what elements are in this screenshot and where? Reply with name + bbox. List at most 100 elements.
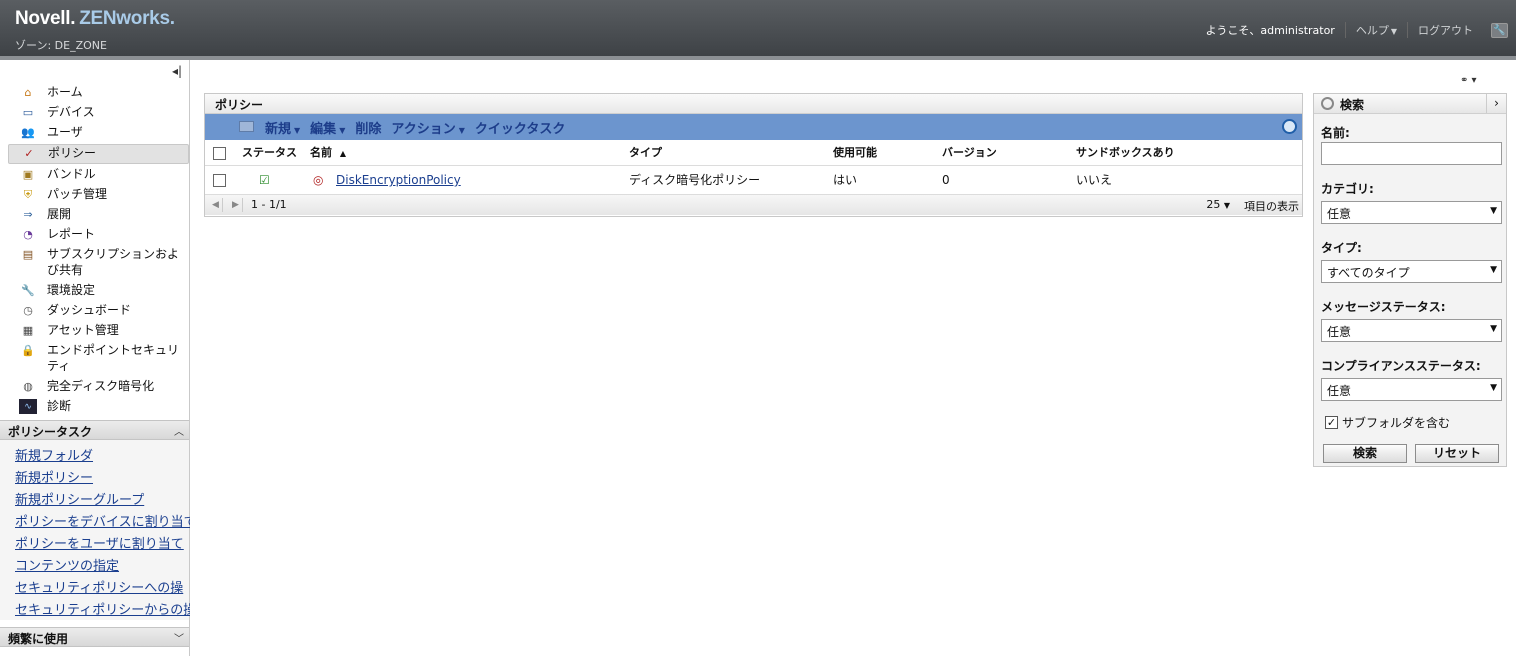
category-select[interactable]: 任意 ▼ — [1321, 201, 1502, 224]
search-panel-title: 検索 › — [1314, 94, 1506, 114]
name-input[interactable] — [1321, 142, 1502, 165]
search-button[interactable]: 検索 — [1323, 444, 1407, 463]
logout-link[interactable]: ログアウト — [1407, 22, 1483, 38]
nav-item-patch[interactable]: ⛨ パッチ管理 — [8, 186, 189, 202]
new-label: 新規 — [265, 121, 292, 137]
task-new-policy-group[interactable]: 新規ポリシーグループ — [15, 489, 190, 508]
nav-item-devices[interactable]: ▭ デバイス — [8, 104, 189, 120]
nav-item-endpoint[interactable]: 🔒 エンドポイントセキュリティ — [8, 342, 189, 374]
nav-label: サブスクリプションおよび共有 — [47, 247, 180, 277]
nav-label: アセット管理 — [47, 323, 119, 337]
refresh-icon[interactable] — [1282, 119, 1297, 134]
nav-label: ポリシー — [48, 146, 97, 160]
search-panel: 検索 › 名前: カテゴリ: 任意 ▼ タイプ: すべてのタイプ ▼ メッセージステ… — [1313, 93, 1507, 467]
monitor-icon: ▭ — [22, 105, 34, 119]
collapse-sidebar-icon[interactable]: ◂| — [172, 64, 182, 78]
col-name[interactable]: 名前 ▲ — [310, 140, 346, 166]
col-enabled[interactable]: 使用可能 — [833, 140, 877, 166]
nav-item-dashboard[interactable]: ◷ ダッシュボード — [8, 302, 189, 318]
link-icon[interactable]: ⚭ ▾ — [1460, 75, 1477, 86]
nav-label: レポート — [47, 227, 96, 241]
compliance-status-select[interactable]: 任意 ▼ — [1321, 378, 1502, 401]
nav-label: 診断 — [47, 399, 72, 413]
chevron-right-icon[interactable]: › — [1486, 94, 1506, 113]
policy-icon: ✓ — [24, 146, 34, 160]
col-sandbox[interactable]: サンドボックスあり — [1076, 140, 1175, 166]
message-status-label: メッセージステータス: — [1321, 300, 1446, 314]
category-value: 任意 — [1327, 207, 1352, 221]
zone-label: ゾーン: DE_ZONE — [15, 39, 107, 52]
chevron-up-icon[interactable]: ︿ — [174, 423, 184, 438]
search-title-label: 検索 — [1340, 98, 1365, 112]
folder-icon[interactable] — [239, 121, 254, 132]
task-security-policy-2[interactable]: セキュリティポリシーからの操 — [15, 599, 190, 618]
nav-item-deploy[interactable]: ⇒ 展開 — [8, 206, 189, 222]
include-subfolders-checkbox[interactable]: ✓ サブフォルダを含む — [1325, 414, 1450, 431]
edit-menu-button[interactable]: 編集 ▼ — [310, 118, 345, 137]
table-row[interactable]: ☑ ◎ DiskEncryptionPolicy ディスク暗号化ポリシー はい … — [205, 166, 1302, 195]
users-icon: 👥 — [21, 125, 35, 139]
quick-task-button[interactable]: クイックタスク — [475, 118, 565, 137]
nav-label: ホーム — [47, 85, 83, 99]
type-value: すべてのタイプ — [1327, 266, 1410, 280]
wrench-icon[interactable]: 🔧 — [1491, 22, 1508, 38]
nav-item-home[interactable]: ⌂ ホーム — [8, 84, 189, 100]
col-name-label: 名前 — [310, 146, 332, 159]
nav-item-subscriptions[interactable]: ▤ サブスクリプションおよび共有 — [8, 246, 189, 278]
delete-button[interactable]: 削除 — [355, 118, 381, 137]
new-menu-button[interactable]: 新規 ▼ — [265, 118, 300, 137]
panel-title: ポリシー — [205, 94, 1302, 114]
col-version[interactable]: バージョン — [942, 140, 997, 166]
task-assign-to-user[interactable]: ポリシーをユーザに割り当て — [15, 533, 190, 552]
brand-zenworks: ZENworks. — [79, 8, 175, 29]
checkmark-icon[interactable]: ✓ — [1325, 416, 1338, 429]
chevron-down-icon: ▼ — [1390, 27, 1397, 36]
page-size-dropdown[interactable]: 25 ▼ — [1206, 198, 1230, 211]
compliance-status-value: 任意 — [1327, 384, 1352, 398]
task-new-folder[interactable]: 新規フォルダ — [15, 445, 190, 464]
next-page-icon[interactable]: ▶ — [229, 198, 243, 212]
nav-item-configuration[interactable]: 🔧 環境設定 — [8, 282, 189, 298]
help-menu[interactable]: ヘルプ ▼ — [1344, 22, 1407, 38]
task-new-policy[interactable]: 新規ポリシー — [15, 467, 190, 486]
nav-label: 展開 — [47, 207, 72, 221]
reset-button[interactable]: リセット — [1415, 444, 1499, 463]
nav-item-users[interactable]: 👥 ユーザ — [8, 124, 189, 140]
nav-item-reports[interactable]: ◔ レポート — [8, 226, 189, 242]
row-checkbox[interactable] — [213, 174, 226, 187]
chevron-down-icon: ▼ — [294, 125, 301, 135]
nav-item-fde[interactable]: ◍ 完全ディスク暗号化 — [8, 378, 189, 394]
col-status[interactable]: ステータス — [242, 140, 297, 166]
message-status-select[interactable]: 任意 ▼ — [1321, 319, 1502, 342]
frequently-used-header[interactable]: 頻繁に使用 ﹀ — [0, 627, 189, 647]
nav-item-diagnostics[interactable]: ∿ 診断 — [8, 398, 189, 414]
task-assign-to-device[interactable]: ポリシーをデバイスに割り当て — [15, 511, 190, 530]
disk-encryption-icon: ◍ — [23, 379, 33, 393]
chevron-down-icon: ▼ — [1490, 265, 1497, 275]
nav-label: パッチ管理 — [47, 187, 108, 201]
task-specify-content[interactable]: コンテンツの指定 — [15, 555, 190, 574]
category-label: カテゴリ: — [1321, 182, 1374, 196]
task-security-policy-1[interactable]: セキュリティポリシーへの操 — [15, 577, 190, 596]
action-menu-button[interactable]: アクション ▼ — [391, 118, 465, 137]
policies-panel: ポリシー 新規 ▼ 編集 ▼ 削除 アクション ▼ クイックタスク ステータス 名前 … — [204, 93, 1303, 217]
nav-item-asset[interactable]: ▦ アセット管理 — [8, 322, 189, 338]
name-label: 名前: — [1321, 126, 1350, 140]
policy-enabled-cell: はい — [833, 173, 858, 187]
policy-name-link[interactable]: DiskEncryptionPolicy — [336, 173, 461, 187]
select-all-checkbox[interactable] — [213, 146, 226, 160]
col-type[interactable]: タイプ — [629, 140, 662, 166]
type-select[interactable]: すべてのタイプ ▼ — [1321, 260, 1502, 283]
app-header: Novell. ZENworks. ゾーン: DE_ZONE ようこそ、admin… — [0, 0, 1516, 56]
policy-name-cell: DiskEncryptionPolicy — [336, 166, 461, 195]
chevron-down-icon[interactable]: ﹀ — [174, 630, 184, 645]
policy-tasks-header[interactable]: ポリシータスク ︿ — [0, 420, 189, 440]
brand-novell: Novell. — [15, 8, 76, 29]
include-subfolders-label: サブフォルダを含む — [1342, 416, 1451, 430]
nav-item-policies[interactable]: ✓ ポリシー — [8, 144, 189, 164]
asset-icon: ▦ — [22, 323, 34, 337]
nav-item-bundles[interactable]: ▣ バンドル — [8, 166, 189, 182]
previous-page-icon[interactable]: ◀ — [209, 198, 223, 212]
action-label: アクション — [391, 121, 456, 137]
table-footer: ◀ ▶ 1 - 1/1 25 ▼ 項目の表示 — [205, 195, 1302, 215]
